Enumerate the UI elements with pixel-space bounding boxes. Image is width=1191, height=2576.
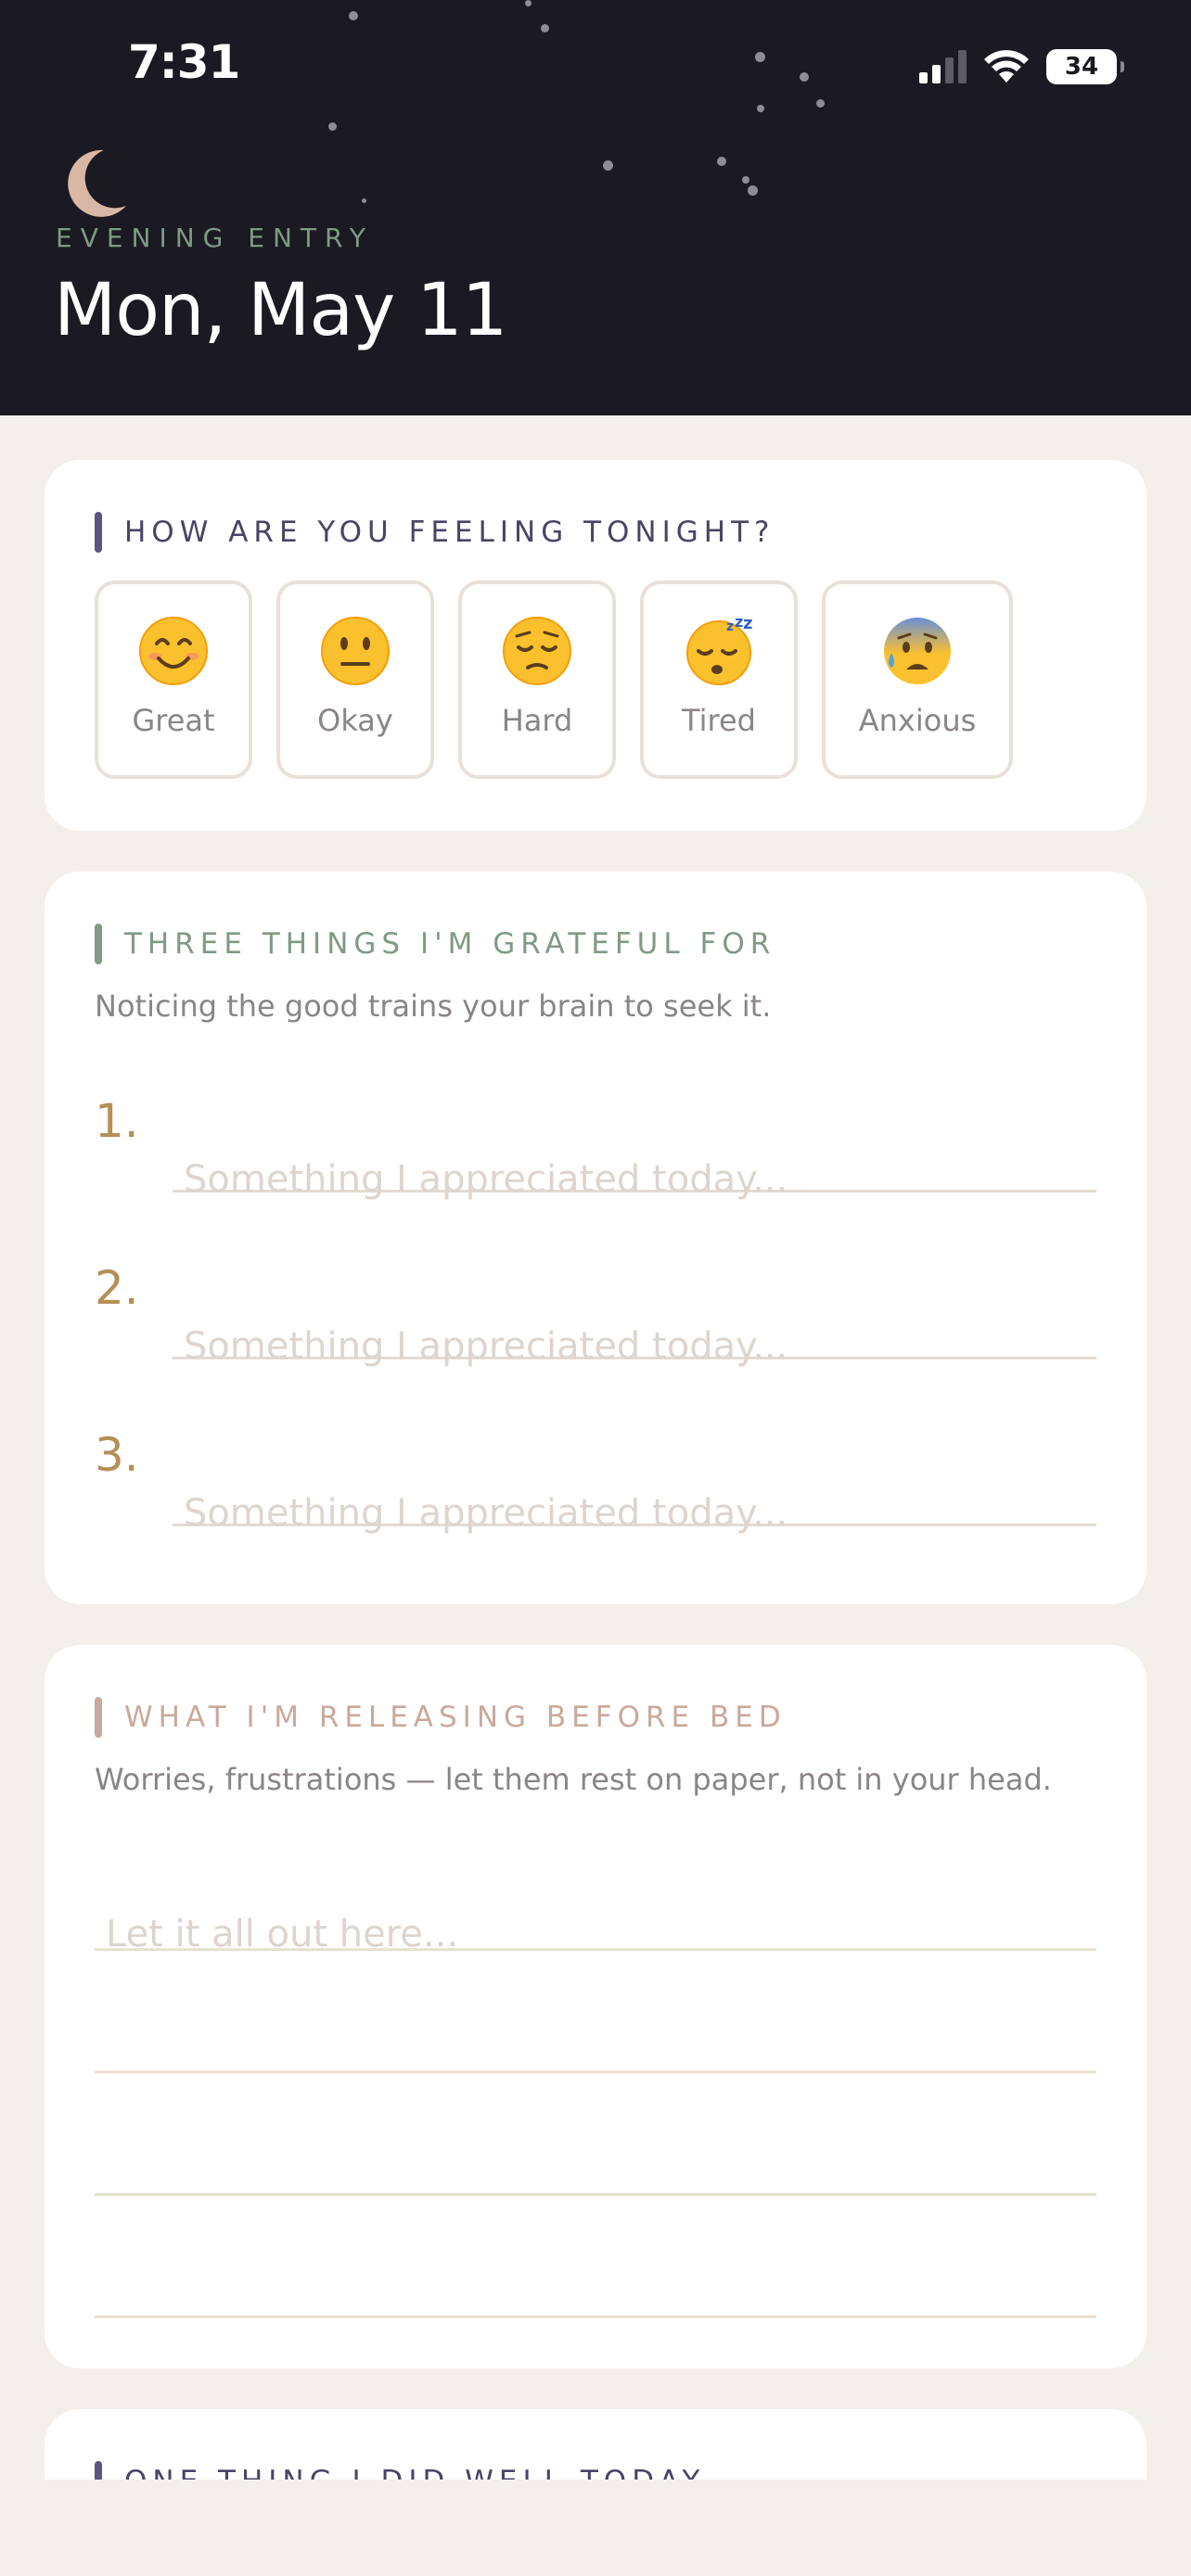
wifi-icon (984, 50, 1029, 83)
section-accent-bar (95, 512, 102, 553)
battery-level: 34 (1064, 53, 1099, 81)
releasing-line (95, 2103, 1096, 2196)
grateful-card: THREE THINGS I'M GRATEFUL FOR Noticing t… (45, 872, 1146, 1604)
mood-label: Great (132, 703, 215, 738)
star (800, 72, 809, 82)
mood-label: Okay (317, 703, 393, 738)
releasing-subtitle: Worries, frustrations — let them rest on… (95, 1762, 1052, 1797)
grateful-item: 1. Something I appreciated today... (95, 1094, 1096, 1201)
entry-label: EVENING ENTRY (56, 223, 374, 253)
grateful-placeholder: Something I appreciated today... (184, 1158, 788, 1201)
mood-card: HOW ARE YOU FEELING TONIGHT? Great Okay (45, 460, 1146, 831)
grateful-number: 3. (95, 1428, 139, 1482)
star (362, 198, 366, 203)
grateful-input[interactable]: Something I appreciated today... (173, 1141, 1096, 1201)
status-time: 7:31 (128, 35, 240, 89)
star (742, 176, 749, 184)
mood-option-anxious[interactable]: Anxious (822, 580, 1013, 779)
star (349, 11, 358, 20)
mood-option-tired[interactable]: z z z Tired (640, 580, 798, 779)
star (748, 185, 758, 196)
star (816, 99, 825, 108)
mood-title: HOW ARE YOU FEELING TONIGHT? (124, 516, 775, 549)
mood-label: Anxious (858, 703, 977, 738)
grateful-number: 2. (95, 1261, 139, 1315)
cellular-signal-icon (919, 50, 967, 83)
grateful-item: 2. Something I appreciated today... (95, 1261, 1096, 1368)
section-accent-bar (95, 1697, 102, 1738)
releasing-line (95, 1981, 1096, 2073)
mood-option-hard[interactable]: Hard (458, 580, 616, 779)
star (717, 157, 726, 166)
bottom-background (0, 2480, 1191, 2576)
star (603, 160, 613, 171)
releasing-input[interactable]: Let it all out here... (95, 1858, 1096, 1956)
star (525, 0, 531, 6)
releasing-placeholder: Let it all out here... (106, 1913, 459, 1956)
releasing-card: WHAT I'M RELEASING BEFORE BED Worries, f… (45, 1645, 1146, 2368)
svg-text:z: z (726, 619, 734, 634)
section-accent-bar (95, 924, 102, 964)
anxious-sweat-face-icon (884, 618, 951, 684)
grateful-title: THREE THINGS I'M GRATEFUL FOR (124, 927, 776, 961)
neutral-face-icon (321, 617, 390, 685)
pensive-face-icon (503, 617, 571, 685)
svg-text:z: z (735, 616, 743, 631)
smiling-face-icon (139, 617, 208, 685)
grateful-item: 3. Something I appreciated today... (95, 1428, 1096, 1535)
mood-option-great[interactable]: Great (95, 580, 252, 779)
mood-option-okay[interactable]: Okay (276, 580, 434, 779)
mood-section-title: HOW ARE YOU FEELING TONIGHT? (95, 512, 775, 553)
sleeping-face-icon: z z z (686, 616, 752, 685)
mood-options: Great Okay Hard z z z Tired Anxious (95, 580, 1013, 779)
releasing-line (95, 2225, 1096, 2318)
grateful-input[interactable]: Something I appreciated today... (173, 1474, 1096, 1535)
grateful-section-title: THREE THINGS I'M GRATEFUL FOR (95, 924, 775, 964)
star (755, 52, 765, 62)
svg-text:z: z (743, 616, 752, 633)
entry-date: Mon, May 11 (54, 269, 507, 352)
battery-icon: 34 (1046, 49, 1124, 84)
mood-label: Tired (682, 703, 756, 738)
mood-label: Hard (501, 703, 573, 738)
star (757, 105, 764, 112)
moon-icon (68, 149, 126, 217)
grateful-placeholder: Something I appreciated today... (184, 1492, 788, 1535)
grateful-input[interactable]: Something I appreciated today... (173, 1307, 1096, 1368)
grateful-number: 1. (95, 1094, 139, 1148)
releasing-title: WHAT I'M RELEASING BEFORE BED (124, 1701, 787, 1734)
star (328, 122, 337, 131)
grateful-subtitle: Noticing the good trains your brain to s… (95, 988, 772, 1024)
star (541, 24, 549, 32)
status-icons: 34 (919, 46, 1124, 87)
header: 7:31 34 EVENING ENTRY Mon, May 11 (0, 0, 1191, 415)
releasing-section-title: WHAT I'M RELEASING BEFORE BED (95, 1697, 787, 1738)
grateful-placeholder: Something I appreciated today... (184, 1325, 788, 1368)
